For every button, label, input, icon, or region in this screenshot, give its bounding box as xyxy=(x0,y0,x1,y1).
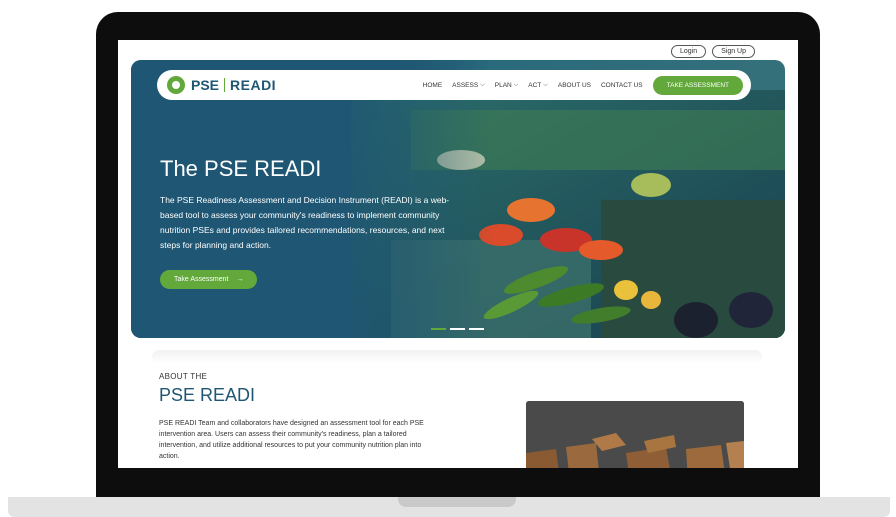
main-navbar: PSE READI HOME ASSESS ⌵ PLAN ⌵ ACT ⌵ ABOUT … xyxy=(157,70,751,100)
about-card-shadow xyxy=(152,350,762,364)
chevron-down-icon: ⌵ xyxy=(513,81,519,88)
hero-banner: PSE READI HOME ASSESS ⌵ PLAN ⌵ ACT ⌵ ABOUT … xyxy=(131,60,785,338)
hero-title: The PSE READI xyxy=(160,156,322,181)
arrow-right-icon: → xyxy=(236,276,244,283)
nav-plan[interactable]: PLAN ⌵ xyxy=(495,82,519,89)
nav-menu: HOME ASSESS ⌵ PLAN ⌵ ACT ⌵ ABOUT US CONTACT… xyxy=(423,75,743,95)
nav-assess[interactable]: ASSESS ⌵ xyxy=(452,82,485,89)
nav-about[interactable]: ABOUT US xyxy=(558,82,591,89)
login-button[interactable]: Login xyxy=(670,45,707,58)
nav-contact[interactable]: CONTACT US xyxy=(601,82,643,89)
hero-description: The PSE Readiness Assessment and Decisio… xyxy=(160,195,450,250)
take-assessment-hero-label: Take Assessment xyxy=(174,276,229,283)
hero-slider-dots xyxy=(431,328,484,330)
nav-contact-label: CONTACT US xyxy=(600,81,643,89)
slider-dot-3[interactable] xyxy=(469,328,484,330)
logo-text-readi: READI xyxy=(230,77,277,93)
about-image xyxy=(526,401,744,468)
laptop-screen: Login Sign Up PSE READI HOME ASSESS ⌵ PL… xyxy=(118,40,798,468)
about-kicker: ABOUT THE xyxy=(159,372,208,381)
nav-assess-label: ASSESS xyxy=(452,81,479,89)
nav-home-label: HOME xyxy=(422,81,443,89)
site-logo[interactable]: PSE READI xyxy=(167,76,276,94)
take-assessment-hero-button[interactable]: Take Assessment → xyxy=(160,270,258,289)
chevron-down-icon: ⌵ xyxy=(480,81,485,88)
nav-home[interactable]: HOME xyxy=(423,82,443,89)
nav-act[interactable]: ACT ⌵ xyxy=(528,82,548,89)
slider-dot-1[interactable] xyxy=(431,328,446,330)
about-title: PSE READI xyxy=(159,385,256,405)
apple-logo-icon xyxy=(167,76,185,94)
signup-button[interactable]: Sign Up xyxy=(712,45,755,58)
logo-divider xyxy=(224,78,226,92)
nav-act-label: ACT xyxy=(528,81,542,89)
take-assessment-nav-button[interactable]: TAKE ASSESSMENT xyxy=(652,75,743,95)
paper-bags-image xyxy=(526,401,744,468)
laptop-notch xyxy=(398,497,516,507)
logo-text-pse: PSE xyxy=(191,77,220,93)
about-body: PSE READI Team and collaborators have de… xyxy=(159,420,424,460)
nav-about-label: ABOUT US xyxy=(557,81,591,89)
chevron-down-icon: ⌵ xyxy=(543,81,548,88)
slider-dot-2[interactable] xyxy=(450,328,465,330)
nav-plan-label: PLAN xyxy=(494,81,512,89)
auth-links: Login Sign Up xyxy=(670,45,755,58)
